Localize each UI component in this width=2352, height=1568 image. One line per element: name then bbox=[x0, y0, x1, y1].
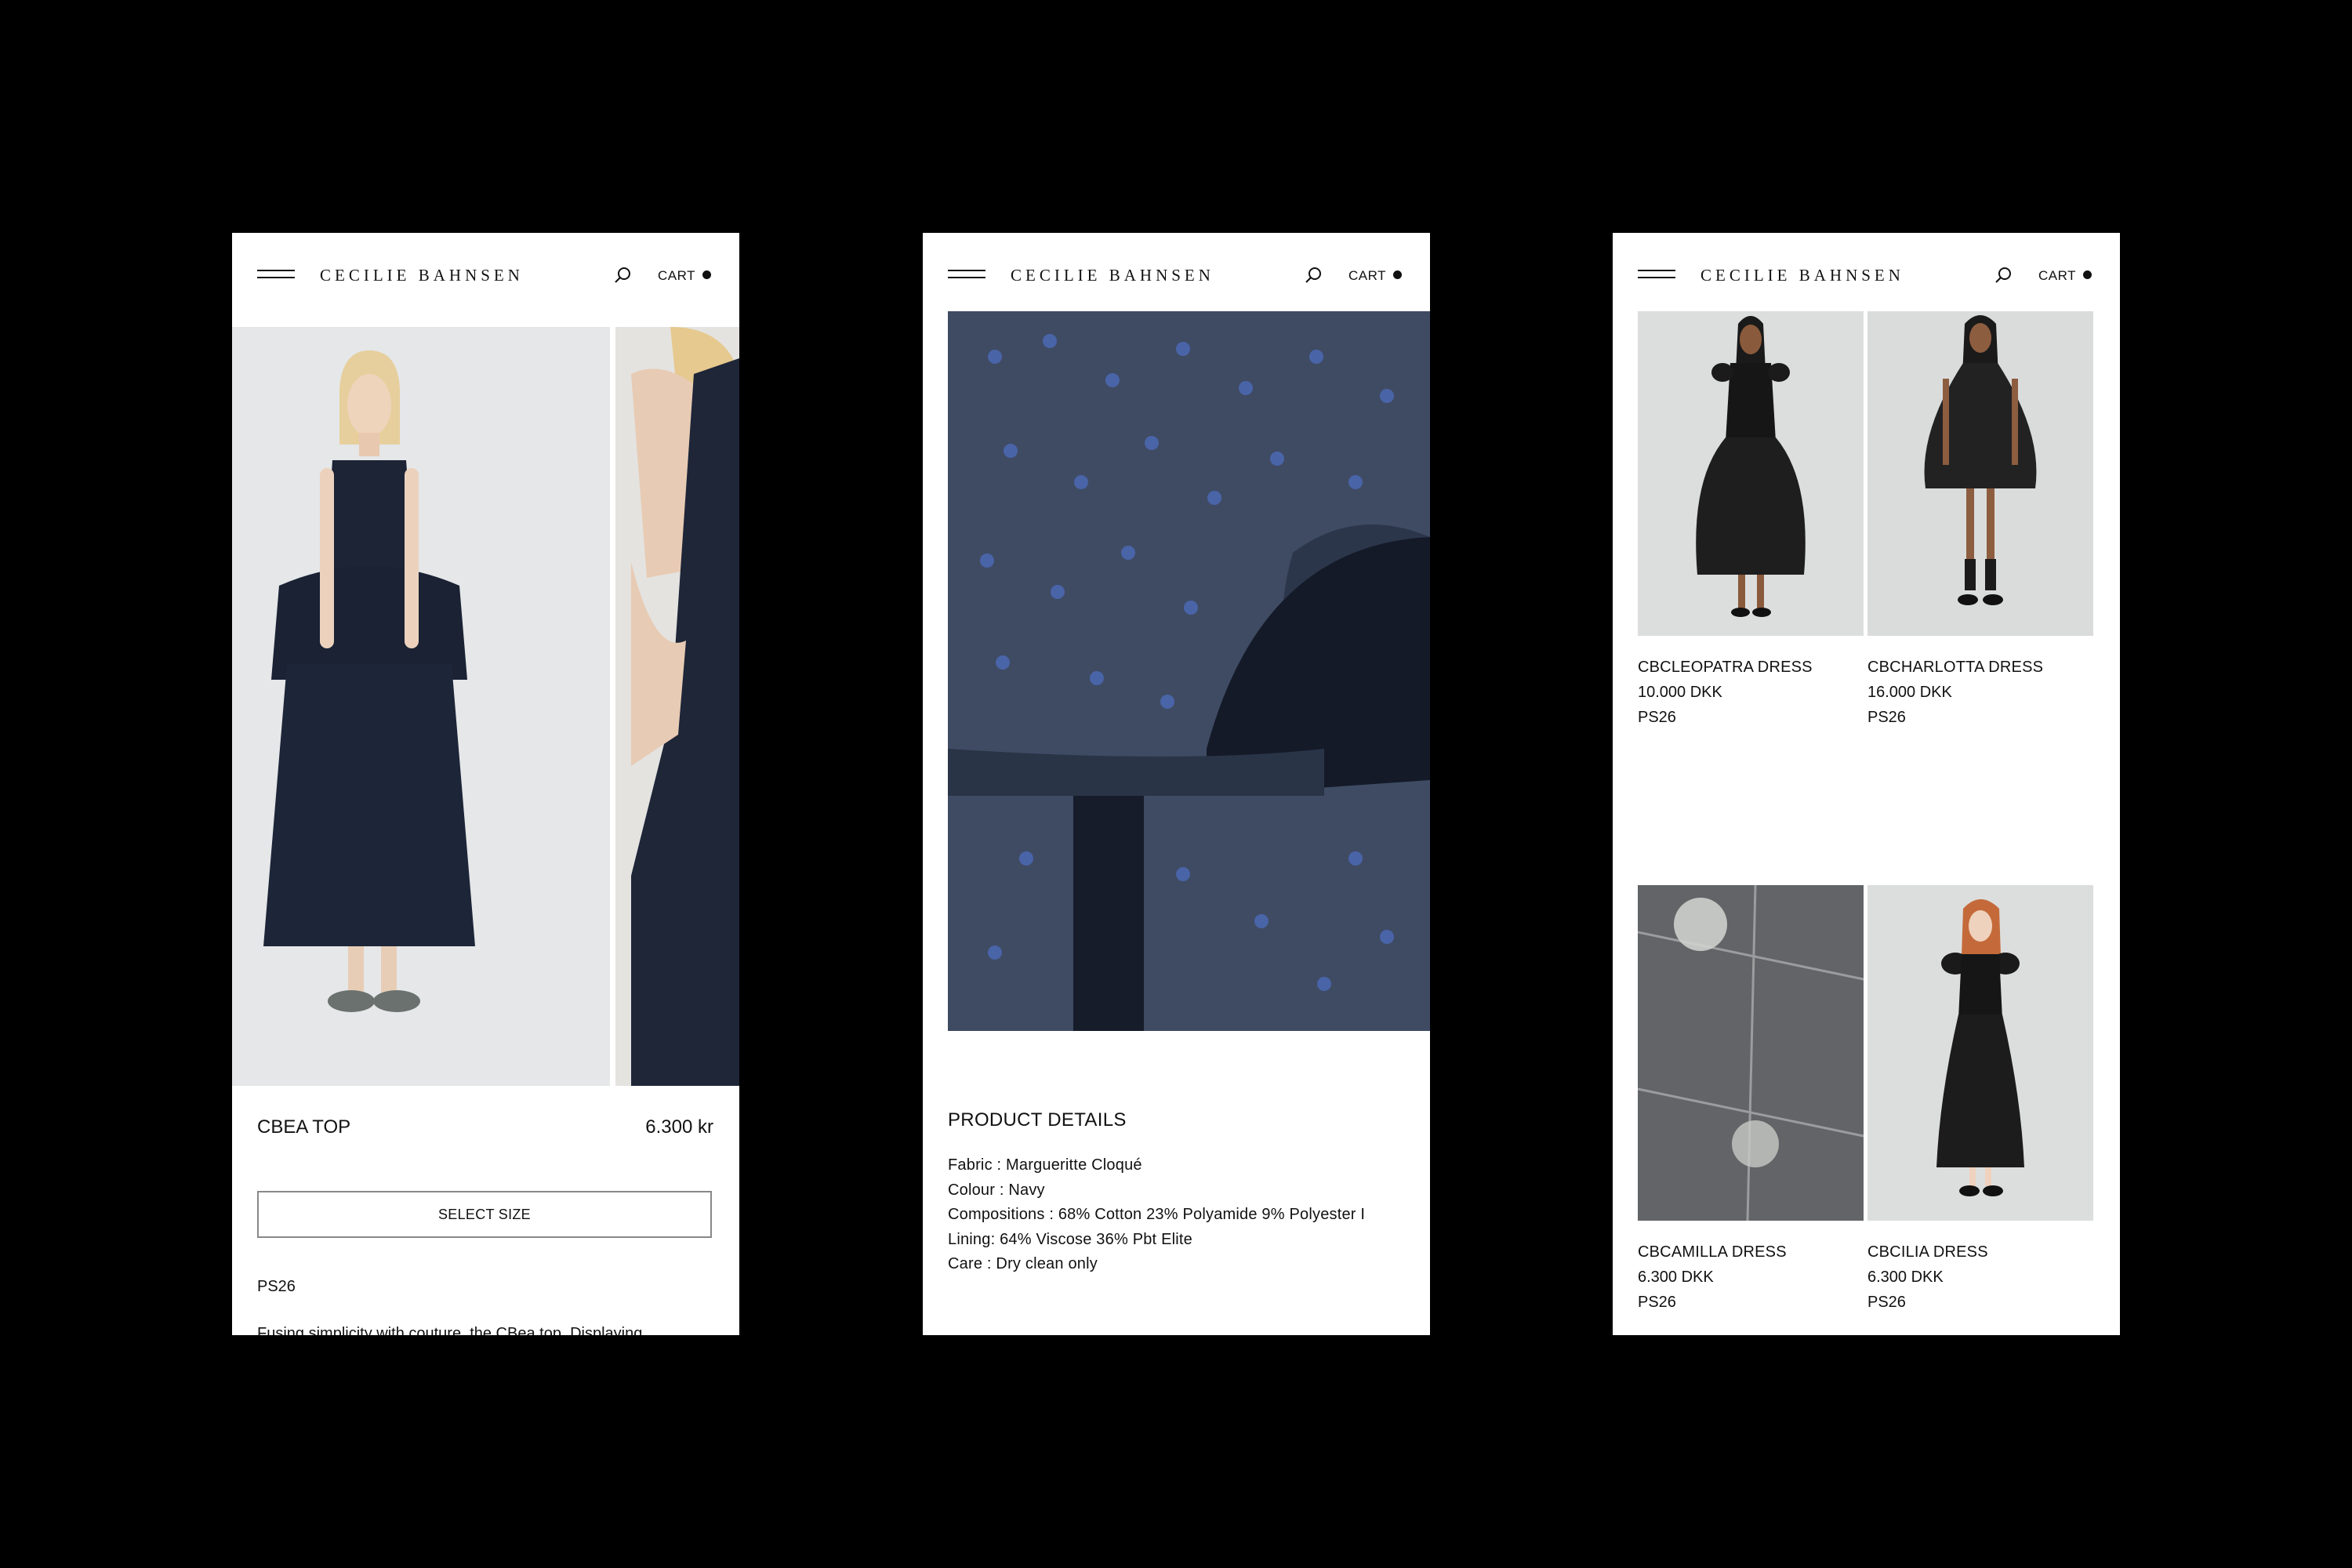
search-icon[interactable] bbox=[1305, 266, 1323, 285]
product-description: Fusing simplicity with couture, the CBea… bbox=[257, 1325, 643, 1335]
fabric-detail-image[interactable] bbox=[948, 310, 1430, 1031]
product-card-season: PS26 bbox=[1638, 709, 1676, 726]
cart-label: CART bbox=[658, 268, 695, 283]
product-card-image[interactable] bbox=[1867, 885, 2093, 1221]
product-card-season: PS26 bbox=[1867, 709, 1906, 726]
product-page-screen: CECILIE BAHNSEN CART CBEA TOP 6.300 kr S… bbox=[232, 233, 739, 1335]
detail-fabric: Fabric : Margueritte Cloqué bbox=[948, 1156, 1142, 1174]
product-card-name[interactable]: CBCILIA DRESS bbox=[1867, 1243, 1988, 1261]
product-card[interactable]: CBCAMILLA DRESS 6.300 DKK PS26 bbox=[1638, 885, 1864, 1311]
product-details-heading: PRODUCT DETAILS bbox=[948, 1109, 1127, 1131]
menu-icon[interactable] bbox=[257, 270, 295, 279]
brand-logo[interactable]: CECILIE BAHNSEN bbox=[320, 266, 524, 285]
product-card-price: 10.000 DKK bbox=[1638, 684, 1722, 701]
cart-dot-icon bbox=[702, 270, 711, 279]
cart-dot-icon bbox=[1392, 270, 1402, 279]
product-card-season: PS26 bbox=[1638, 1294, 1676, 1311]
product-image-secondary[interactable] bbox=[615, 327, 739, 1086]
site-header: CECILIE BAHNSEN CART bbox=[1613, 233, 2120, 311]
cart-button[interactable]: CART bbox=[1348, 268, 1402, 284]
select-size-button[interactable]: SELECT SIZE bbox=[257, 1191, 712, 1238]
cart-label: CART bbox=[1348, 268, 1386, 283]
menu-icon[interactable] bbox=[948, 270, 985, 279]
menu-icon[interactable] bbox=[1638, 270, 1675, 279]
product-details-screen: CECILIE BAHNSEN CART PRODUCT DETAILS Fab… bbox=[923, 233, 1430, 1335]
detail-colour: Colour : Navy bbox=[948, 1181, 1045, 1199]
product-details-list: Fabric : Margueritte Cloqué Colour : Nav… bbox=[948, 1153, 1365, 1277]
product-title: CBEA TOP bbox=[257, 1116, 351, 1138]
detail-compositions: Compositions : 68% Cotton 23% Polyamide … bbox=[948, 1206, 1366, 1223]
brand-logo[interactable]: CECILIE BAHNSEN bbox=[1011, 266, 1214, 285]
product-price: 6.300 kr bbox=[645, 1116, 713, 1138]
site-header: CECILIE BAHNSEN CART bbox=[232, 233, 739, 311]
product-card-image[interactable] bbox=[1867, 300, 2093, 636]
cart-dot-icon bbox=[2082, 270, 2092, 279]
detail-care: Care : Dry clean only bbox=[948, 1255, 1098, 1272]
product-card[interactable]: CBCILIA DRESS 6.300 DKK PS26 bbox=[1867, 885, 2093, 1311]
brand-logo[interactable]: CECILIE BAHNSEN bbox=[1700, 266, 1904, 285]
product-card-image[interactable] bbox=[1638, 300, 1864, 636]
cart-label: CART bbox=[2038, 268, 2076, 283]
product-listing-screen: CECILIE BAHNSEN CART CBCLEOPATRA DRESS 1… bbox=[1613, 233, 2120, 1335]
product-card-name[interactable]: CBCHARLOTTA DRESS bbox=[1867, 659, 2043, 677]
product-image-main[interactable] bbox=[232, 327, 610, 1086]
product-card-season: PS26 bbox=[1867, 1294, 1906, 1311]
cart-button[interactable]: CART bbox=[658, 268, 711, 284]
product-card-price: 16.000 DKK bbox=[1867, 684, 1952, 701]
search-icon[interactable] bbox=[1994, 266, 2013, 285]
detail-lining: Lining: 64% Viscose 36% Pbt Elite bbox=[948, 1230, 1192, 1248]
product-card[interactable]: CBCLEOPATRA DRESS 10.000 DKK PS26 bbox=[1638, 300, 1864, 726]
product-card-name[interactable]: CBCLEOPATRA DRESS bbox=[1638, 659, 1813, 677]
site-header: CECILIE BAHNSEN CART bbox=[923, 233, 1430, 311]
search-icon[interactable] bbox=[614, 266, 633, 285]
product-card[interactable]: CBCHARLOTTA DRESS 16.000 DKK PS26 bbox=[1867, 300, 2093, 726]
product-season: PS26 bbox=[257, 1278, 296, 1295]
cart-button[interactable]: CART bbox=[2038, 268, 2092, 284]
product-card-price: 6.300 DKK bbox=[1867, 1269, 1944, 1286]
product-card-image[interactable] bbox=[1638, 885, 1864, 1221]
product-card-price: 6.300 DKK bbox=[1638, 1269, 1714, 1286]
product-card-name[interactable]: CBCAMILLA DRESS bbox=[1638, 1243, 1787, 1261]
